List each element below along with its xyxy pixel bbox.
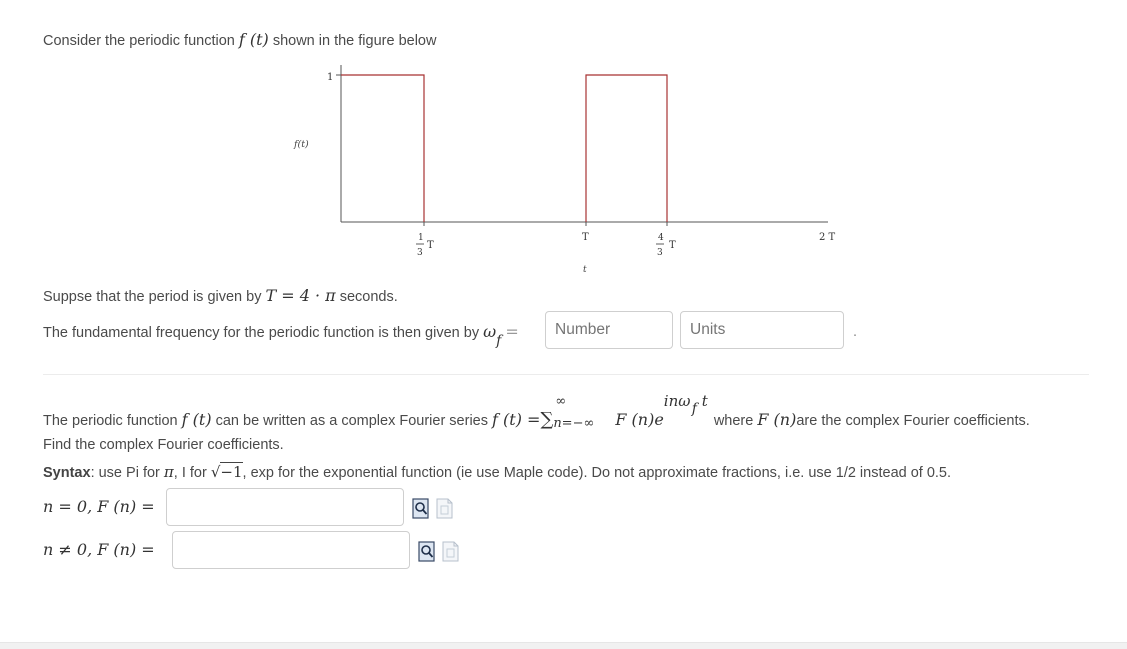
y-tick-label: 1 [327, 72, 333, 83]
frequency-units-input[interactable] [680, 311, 844, 349]
syntax-pi: π [163, 463, 174, 481]
preview-icon[interactable] [412, 498, 429, 519]
section-divider [43, 374, 1089, 375]
tick-2T-label: 2 T [819, 232, 836, 243]
x-axis-label: t [583, 265, 587, 275]
fundamental-prefix: The fundamental frequency for the period… [43, 325, 480, 341]
sum-upper: ∞ [555, 394, 567, 410]
frequency-number-input[interactable] [545, 311, 673, 349]
intro-function: f (t) [238, 30, 269, 49]
period-suffix: seconds. [339, 289, 398, 305]
series-Fn: F (n) [757, 410, 797, 429]
help-doc-icon[interactable] [442, 541, 459, 562]
sum-symbol: ∑ [540, 409, 554, 430]
syntax-part1: : use Pi for [90, 465, 160, 481]
intro-line: Consider the periodic function f (t) sho… [43, 30, 436, 49]
trailing-period: . [853, 324, 858, 340]
pulse-1 [341, 74, 425, 222]
omega-subscript: f [496, 332, 502, 349]
help-doc-icon[interactable] [436, 498, 453, 519]
tick-T-label: T [582, 232, 589, 243]
fundamental-label: The fundamental frequency for the period… [43, 322, 519, 349]
pulse-2 [585, 74, 668, 222]
y-axis-label: f(t) [293, 139, 309, 150]
syntax-part2: , I for [173, 465, 207, 481]
exponent-subscript: f [691, 401, 697, 418]
intro-suffix: shown in the figure below [272, 33, 437, 49]
series-mid: can be written as a complex Fourier seri… [215, 413, 488, 429]
sum-lower: n=−∞ [553, 416, 595, 432]
exponent-group: inω f t [664, 393, 710, 431]
tick-third-symbol: T [427, 240, 434, 251]
syntax-bold: Syntax [43, 465, 91, 481]
syntax-line: Syntax: use Pi for π, I for √−1, exp for… [43, 462, 952, 481]
series-tail: are the complex Fourier coefficients. [796, 413, 1030, 429]
period-equation: T = 4 · π [265, 286, 336, 305]
answer-label-n0: n = 0, F (n) = [43, 497, 155, 516]
tick-third-num: 1 [418, 233, 424, 243]
answer-input-n0[interactable] [166, 488, 404, 526]
exponent: inω [663, 392, 691, 411]
answer-input-n-nonzero[interactable] [172, 531, 410, 569]
period-line: Suppse that the period is given by T = 4… [43, 286, 398, 305]
omega-symbol: ω [483, 322, 497, 341]
equals-sign: = [505, 322, 519, 341]
answer-label-n-nonzero: n ≠ 0, F (n) = [43, 540, 155, 559]
exponent-t: t [701, 392, 708, 411]
periodic-function-figure: 1 f(t) 1 3 T T 4 3 T 2 T t [293, 65, 836, 275]
intro-prefix: Consider the periodic function [43, 33, 235, 49]
series-prefix: The periodic function [43, 413, 178, 429]
series-term: F (n)e [615, 410, 664, 429]
syntax-part3: , exp for the exponential function (ie u… [242, 465, 952, 481]
tick-four-thirds-symbol: T [669, 240, 676, 251]
find-coefficients-text: Find the complex Fourier coefficients. [43, 437, 284, 453]
series-line: The periodic function f (t) can be writt… [43, 393, 1030, 432]
sum-limits: ∞ n=−∞ [553, 395, 611, 432]
sqrt-radicand: −1 [220, 462, 243, 481]
period-prefix: Suppse that the period is given by [43, 289, 262, 305]
preview-icon[interactable] [418, 541, 435, 562]
tick-four-thirds-den: 3 [657, 248, 663, 258]
tick-four-thirds-num: 4 [658, 233, 664, 243]
series-lhs: f (t) = [492, 410, 541, 429]
series-where: where [713, 413, 754, 429]
sqrt-sign: √ [210, 463, 221, 481]
series-function: f (t) [181, 410, 212, 429]
tick-third-den: 3 [417, 248, 423, 258]
